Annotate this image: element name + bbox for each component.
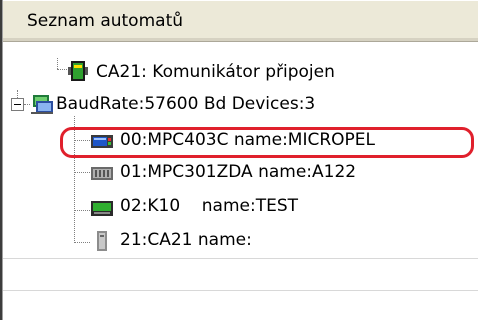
automata-list-panel: Seznam automatů CA21: Komunikátor připoj…	[0, 0, 478, 320]
green-terminal-icon	[90, 198, 114, 220]
gray-plc-icon	[90, 162, 114, 184]
panel-header: Seznam automatů	[3, 0, 478, 42]
tree-node-label: 02:K10 name:TEST	[120, 196, 298, 216]
blue-plc-icon	[90, 130, 114, 152]
tree-line	[17, 90, 18, 98]
tree-node-label: 01:MPC301ZDA name:A122	[120, 162, 357, 182]
panel-title: Seznam automatů	[27, 11, 184, 31]
row-separator	[3, 290, 478, 291]
tree-collapse-toggle[interactable]	[11, 98, 24, 111]
plc-green-icon	[66, 60, 90, 82]
tree-node-label: 00:MPC403C name:MICROPEL	[120, 130, 376, 150]
header-bottom-border	[3, 38, 478, 41]
panel-border-inner	[2, 0, 3, 320]
tree-node-label: BaudRate:57600 Bd Devices:3	[56, 94, 316, 114]
tree-node-label: CA21: Komunikátor připojen	[96, 62, 335, 82]
network-bus-icon	[30, 94, 54, 116]
tree-line	[74, 210, 90, 211]
tree-line	[74, 242, 90, 243]
row-separator	[3, 258, 478, 259]
tree-node-label: 21:CA21 name:	[120, 230, 252, 250]
tree-line	[57, 58, 58, 69]
minus-icon	[14, 104, 21, 105]
gray-module-icon	[90, 230, 114, 252]
tree-line	[74, 172, 90, 173]
